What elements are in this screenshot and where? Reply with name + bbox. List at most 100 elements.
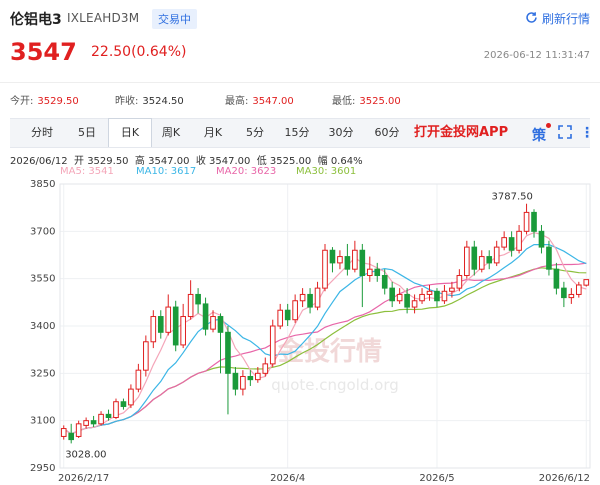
candle-body [329,249,336,264]
candle-body [113,401,119,419]
candle-body [508,237,515,251]
candle-body [292,300,298,321]
instrument-title: 伦铝电3 [10,12,62,28]
candle-body [441,290,448,302]
tab-5day[interactable]: 5日 [66,119,108,147]
candle-body [202,303,209,330]
candle-body [277,309,284,327]
low-stat: 最低: 3525.00 [332,96,401,107]
x-tick-label: 2026/4 [270,473,305,484]
candle-body [322,249,328,289]
candle-body [83,420,89,426]
tab-intraday[interactable]: 分时 [18,119,66,147]
tab-5min[interactable]: 5分 [234,119,276,147]
candle-body [426,290,433,295]
candle-body [135,369,142,390]
candle-body [359,249,366,277]
refresh-button[interactable]: 刷新行情 [525,10,590,27]
y-tick-label: 3850 [30,179,55,190]
notification-dot [546,123,551,128]
candle-body [247,375,254,381]
candle-body [381,275,388,289]
candle-body [165,306,172,333]
candle-body [464,246,470,277]
open-stat: 今开: 3529.50 [10,96,79,107]
tab-daily-k[interactable]: 日K [108,118,152,147]
tab-weekly-k[interactable]: 周K [150,119,192,147]
candle-body [195,293,201,305]
candle-body [299,293,306,302]
quote-timestamp: 2026-06-12 11:31:47 [483,50,590,61]
candle-body [471,246,478,270]
candle-body [337,256,343,264]
candle-body [419,293,425,302]
candle-body [583,279,590,286]
candle-body [546,246,552,270]
candle-body [516,230,522,251]
quote-summary: 今开: 3529.50 昨收: 3524.50 最高: 3547.00 最低: 3525… [10,92,590,107]
tab-15min[interactable]: 15分 [276,119,318,147]
instrument-code: IXLEAHD3M [67,11,140,25]
candle-body [120,401,127,407]
candle-body [344,256,351,270]
candle-body [366,268,373,277]
candle-body [307,293,313,308]
last-price: 3547 [10,38,77,66]
candle-body [60,428,67,437]
candle-body [374,268,381,277]
kline-chart[interactable]: 2950 3100 3250 3400 3550 3700 3850 金投行情 quote.cn… [0,178,600,485]
candle-body [75,423,82,437]
tab-60min[interactable]: 60分 [364,119,410,147]
tab-30min[interactable]: 30分 [318,119,364,147]
more-options-icon[interactable]: ⋮ [580,125,594,141]
candle-body [68,432,75,441]
candle-body [434,290,440,302]
y-tick-label: 3550 [30,274,55,285]
ma30-legend: MA30: 3601 [296,166,357,177]
tab-monthly-k[interactable]: 月K [192,119,234,147]
ma10-legend: MA10: 3617 [136,166,197,177]
candle-body [478,256,485,270]
prev-close-stat: 昨收: 3524.50 [115,96,184,107]
open-app-link[interactable]: 打开金投网APP [414,119,508,147]
fullscreen-icon[interactable] [558,125,572,143]
x-tick-label: 2026/5 [419,473,454,484]
candle-body [449,287,455,292]
strategy-icon[interactable]: 策 [532,125,546,145]
refresh-icon [525,11,538,27]
candle-body [352,249,358,270]
candle-body [456,275,463,289]
candle-body [411,300,418,308]
candle-body [240,375,246,390]
candle-body [143,341,149,371]
candle-body [314,287,321,308]
candle-body [404,293,410,308]
y-tick-label: 3400 [30,321,55,332]
candle-body [187,293,194,318]
candle-body [269,325,276,365]
candle-body [523,211,530,232]
candle-body [217,316,224,333]
candle-body [90,420,97,425]
candle-body [396,293,403,302]
candle-body [538,230,545,248]
y-tick-label: 2950 [30,463,55,474]
divider [0,82,600,83]
candle-body [531,211,537,232]
candle-body [98,413,104,425]
candle-body [493,246,500,264]
candle-body [262,363,269,374]
candle-body [150,316,157,343]
price-change: 22.50(0.64%) [91,44,187,60]
candle-body [284,309,291,321]
watermark-text: 金投行情 [277,336,382,367]
candle-body [210,316,216,330]
ma20-legend: MA20: 3623 [216,166,277,177]
candle-body [225,331,231,374]
max-price-label: 3787.50 [492,192,533,203]
candle-body [105,413,112,419]
x-tick-label: 2026/6/12 [539,473,590,484]
candle-body [568,293,575,299]
y-tick-label: 3250 [30,368,55,379]
candle-body [232,372,239,390]
